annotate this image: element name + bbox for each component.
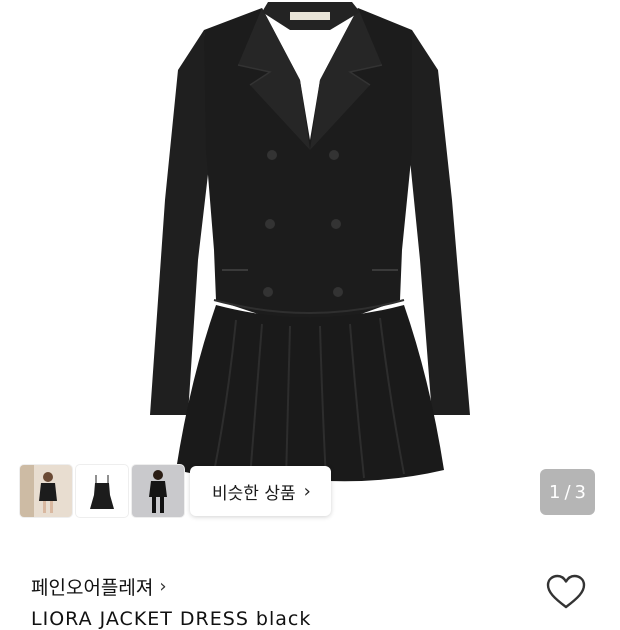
thumbnail-slip-dress[interactable] bbox=[76, 465, 128, 517]
image-counter-separator: / bbox=[564, 481, 571, 503]
thumbnail-model-front[interactable] bbox=[20, 465, 72, 517]
jacket-dress-illustration bbox=[150, 2, 470, 482]
thumbnail-strip: 비슷한 상품 › bbox=[20, 464, 331, 518]
image-counter: 1 / 3 bbox=[540, 469, 595, 515]
product-image[interactable] bbox=[0, 0, 620, 540]
thumbnail-model-studio[interactable] bbox=[132, 465, 184, 517]
chevron-right-icon: › bbox=[159, 576, 167, 597]
image-counter-current: 1 bbox=[549, 481, 561, 503]
model-studio-thumbnail-image bbox=[132, 465, 184, 517]
brand-name: 페인오어플레져 bbox=[31, 577, 154, 599]
model-front-thumbnail-image bbox=[20, 465, 72, 517]
heart-outline-icon bbox=[546, 574, 586, 609]
wishlist-button[interactable] bbox=[546, 574, 586, 610]
chevron-right-icon: › bbox=[303, 480, 311, 502]
product-title: LIORA JACKET DRESS black bbox=[31, 608, 312, 630]
similar-products-button[interactable]: 비슷한 상품 › bbox=[190, 466, 331, 516]
brand-link[interactable]: 페인오어플레져 › bbox=[31, 573, 167, 600]
image-counter-total: 3 bbox=[574, 481, 586, 503]
similar-products-label: 비슷한 상품 bbox=[212, 483, 296, 504]
slip-dress-thumbnail-image bbox=[76, 465, 128, 517]
